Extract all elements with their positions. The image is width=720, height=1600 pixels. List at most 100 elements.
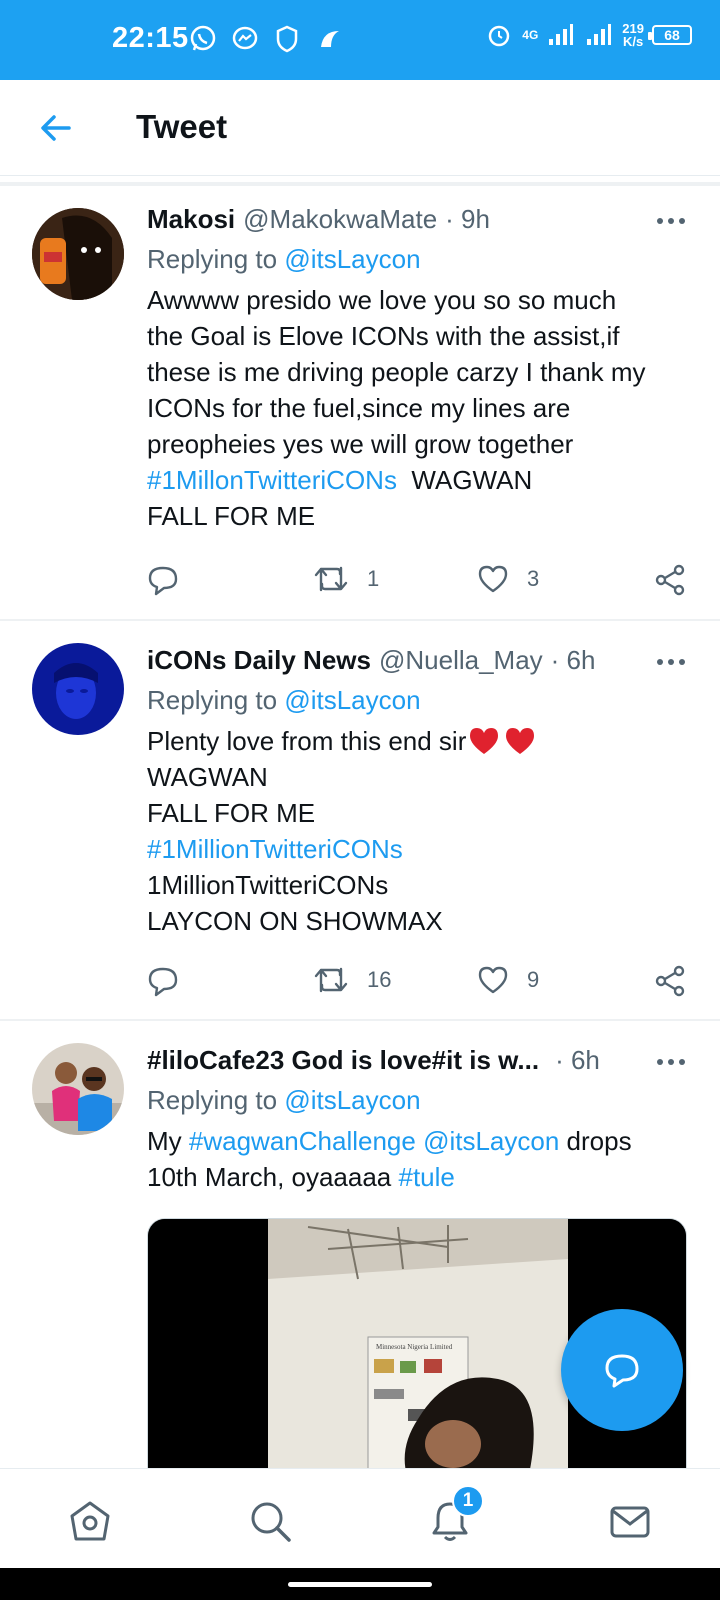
retweet-button[interactable]: 16 <box>313 965 391 995</box>
arrow-left-icon <box>41 115 71 141</box>
messenger-icon <box>230 24 260 54</box>
speed-unit: K/s <box>623 34 644 49</box>
tweet-text-line: these is me driving people carzy I thank… <box>147 357 646 387</box>
retweet-button[interactable]: 1 <box>313 564 379 594</box>
replying-to-label: Replying to <box>147 1085 285 1115</box>
reply-icon <box>148 566 178 596</box>
hashtag-link[interactable]: #1MillionTwitteriCONs <box>147 831 687 867</box>
heart-icon <box>478 966 508 994</box>
tweet-header: iCONs Daily News @Nuella_May · 6h <box>147 645 595 676</box>
retweet-count: 16 <box>367 967 392 992</box>
retweet-count: 1 <box>367 566 380 591</box>
author-name[interactable]: iCONs Daily News <box>147 645 371 676</box>
tweet-text-line: FALL FOR ME <box>147 798 316 828</box>
heart-icon <box>478 565 508 593</box>
tweet-text-line: Awwww presido we love you so so much <box>147 285 617 315</box>
avatar[interactable] <box>32 1043 124 1135</box>
avatar-image <box>32 643 124 735</box>
search-icon <box>251 1502 291 1542</box>
signal-icon-2 <box>584 20 614 50</box>
author-name[interactable]: Makosi <box>147 204 235 235</box>
tweet-time: · 6h <box>550 645 596 675</box>
more-icon <box>657 659 685 665</box>
network-speed: 219 K/s <box>622 22 644 48</box>
avatar[interactable] <box>32 643 124 735</box>
page-title: Tweet <box>136 108 228 145</box>
nav-search[interactable] <box>246 1497 294 1545</box>
compose-reply-button[interactable] <box>561 1309 683 1431</box>
more-options-button[interactable] <box>656 1047 686 1077</box>
avatar-image <box>32 1043 124 1135</box>
network-type: 4G <box>522 28 539 42</box>
tweet-header: #liloCafe23 God is love#it is w... · 6h <box>147 1045 600 1076</box>
tweet-header: Makosi @MakokwaMate · 9h <box>147 204 490 235</box>
share-icon <box>655 965 685 997</box>
mention-link[interactable]: @itsLaycon <box>284 1085 420 1115</box>
tweet-text-fragment: WAGWAN <box>396 465 533 495</box>
tweet-time: · 9h <box>445 204 490 234</box>
tweet[interactable]: iCONs Daily News @Nuella_May · 6h Replyi… <box>0 621 720 1019</box>
tweet-text-line: Plenty love from this end sir <box>147 723 687 759</box>
mention-link[interactable]: @itsLaycon <box>284 685 420 715</box>
whatsapp-icon <box>188 24 218 54</box>
like-count: 9 <box>527 967 540 992</box>
back-button[interactable] <box>36 108 76 148</box>
retweet-icon <box>314 967 348 993</box>
like-count: 3 <box>527 566 540 591</box>
tweet-text-line: preopheies yes we will grow together <box>147 429 574 459</box>
avatar-image <box>32 208 124 300</box>
battery-level: 68 <box>664 27 680 43</box>
avatar[interactable] <box>32 208 124 300</box>
hashtag-link[interactable]: #wagwanChallenge <box>189 1126 416 1156</box>
tweet-text-fragment: 10th March, oyaaaaa <box>147 1162 399 1192</box>
tweet-text-line: #1MillonTwitteriCONs WAGWAN <box>147 462 687 498</box>
like-button[interactable]: 9 <box>477 965 539 995</box>
shield-icon <box>272 24 302 54</box>
tweet-text-line: WAGWAN <box>147 762 268 792</box>
more-options-button[interactable] <box>656 647 686 677</box>
nav-home[interactable] <box>66 1497 114 1545</box>
home-indicator[interactable] <box>288 1582 432 1587</box>
tweet-text-fragment: Plenty love from this end sir <box>147 726 467 756</box>
mention-link[interactable]: @itsLaycon <box>423 1126 559 1156</box>
more-icon <box>657 1059 685 1065</box>
tweet-text-line: the Goal is Elove ICONs with the assist,… <box>147 321 620 351</box>
author-handle[interactable]: @MakokwaMate <box>243 204 437 235</box>
tweet-text-fragment: drops <box>559 1126 632 1156</box>
tweet-text-line: FALL FOR ME <box>147 501 316 531</box>
reply-button[interactable] <box>147 564 179 596</box>
hashtag-link[interactable]: #1MillonTwitteriCONs <box>147 465 397 495</box>
tweet[interactable]: Makosi @MakokwaMate · 9h Replying to @it… <box>0 186 720 618</box>
more-options-button[interactable] <box>656 206 686 236</box>
tweet-actions: 1 3 <box>147 564 687 604</box>
red-heart-emoji-icon <box>470 728 499 754</box>
nav-messages[interactable] <box>606 1497 654 1545</box>
tweet-text: Plenty love from this end sir WAGWAN FAL… <box>147 723 687 939</box>
like-button[interactable]: 3 <box>477 564 539 594</box>
author-name[interactable]: #liloCafe23 God is love#it is w... <box>147 1045 539 1076</box>
tweet-time: · 6h <box>555 1045 600 1075</box>
tweet-text: Awwww presido we love you so so much the… <box>147 282 687 534</box>
tweet-text-line: LAYCON ON SHOWMAX <box>147 906 443 936</box>
tweet-text-line: ICONs for the fuel,since my lines are <box>147 393 571 423</box>
reply-button[interactable] <box>147 965 179 997</box>
mention-link[interactable]: @itsLaycon <box>284 244 420 274</box>
retweet-icon <box>314 566 348 592</box>
status-time: 22:15 <box>112 22 189 54</box>
media-poster-text: Minnesota Nigeria Limited <box>376 1343 453 1351</box>
system-navigation-bar <box>0 1568 720 1600</box>
battery-indicator: 68 <box>648 25 692 45</box>
app-notification-icon <box>314 24 344 54</box>
share-button[interactable] <box>654 564 686 596</box>
bottom-navigation: 1 <box>0 1468 720 1568</box>
reply-icon <box>148 967 178 997</box>
tweet-text-line: 1MillionTwitteriCONs <box>147 870 389 900</box>
tweet-text: My #wagwanChallenge @itsLaycon drops 10t… <box>147 1123 687 1195</box>
share-button[interactable] <box>654 965 686 997</box>
hashtag-link[interactable]: #tule <box>399 1162 455 1192</box>
status-notification-icons <box>188 24 344 54</box>
replying-to-label: Replying to <box>147 685 285 715</box>
replying-to: Replying to @itsLaycon <box>147 244 421 275</box>
author-handle[interactable]: @Nuella_May <box>379 645 543 676</box>
home-icon <box>70 1501 110 1541</box>
